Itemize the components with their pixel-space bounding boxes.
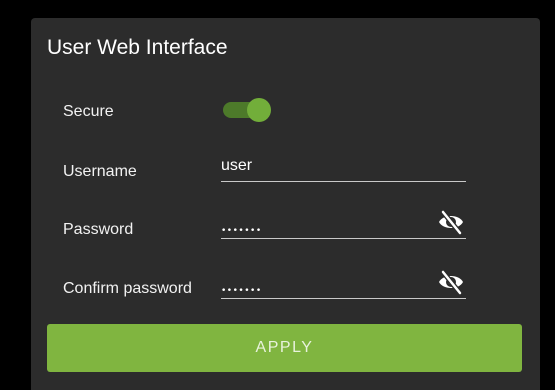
apply-button[interactable]: APPLY	[47, 324, 522, 372]
username-input[interactable]	[221, 153, 426, 179]
eye-off-icon[interactable]	[436, 268, 466, 296]
apply-button-label: APPLY	[255, 339, 314, 356]
secure-toggle[interactable]	[223, 98, 275, 122]
confirm-password-label: Confirm password	[63, 280, 192, 297]
user-web-interface-panel: User Web Interface Secure Username Passw…	[31, 18, 540, 390]
username-label: Username	[63, 163, 137, 180]
confirm-password-field	[221, 268, 466, 304]
username-field	[221, 151, 466, 182]
eye-off-icon[interactable]	[436, 208, 466, 236]
password-input[interactable]	[221, 218, 426, 244]
secure-label: Secure	[63, 103, 114, 120]
panel-title: User Web Interface	[47, 36, 228, 59]
password-field	[221, 208, 466, 244]
confirm-password-input[interactable]	[221, 278, 426, 304]
toggle-thumb	[247, 98, 271, 122]
password-label: Password	[63, 221, 134, 238]
